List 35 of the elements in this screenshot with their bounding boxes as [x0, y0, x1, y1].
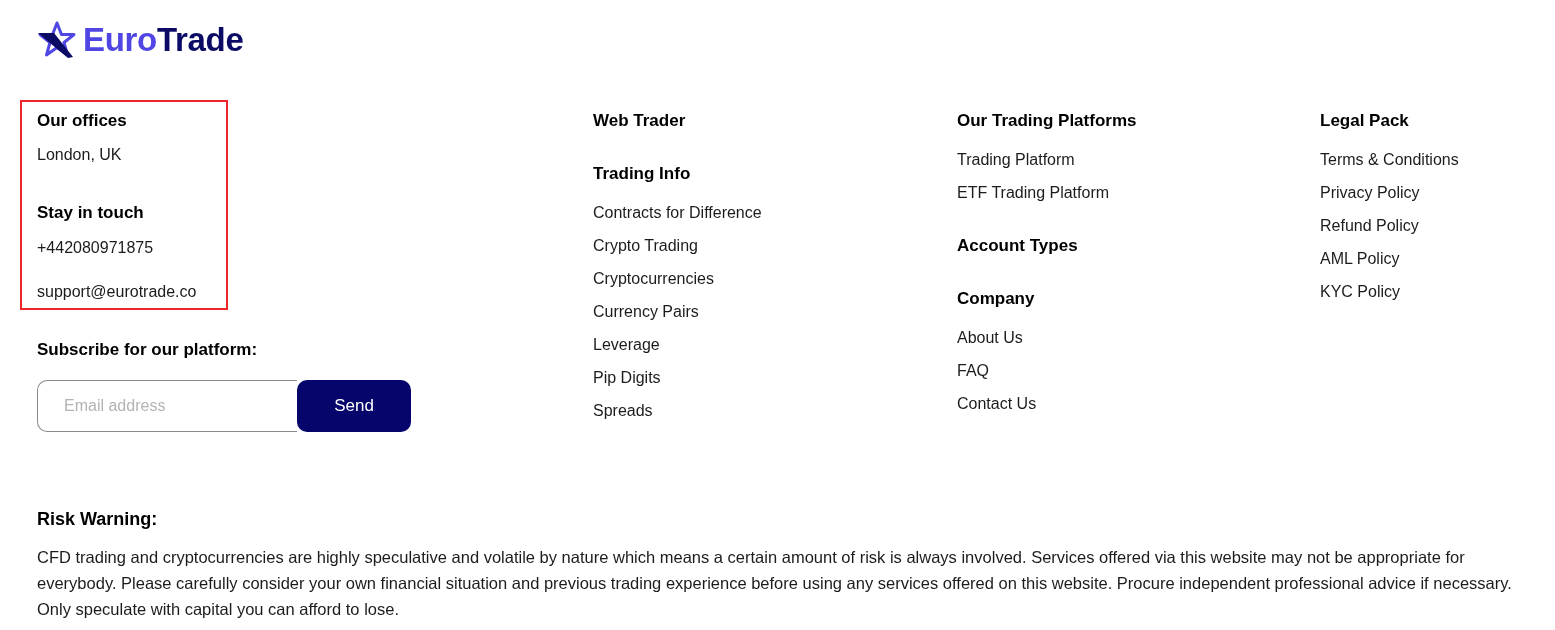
footer-link[interactable]: Terms & Conditions	[1320, 148, 1459, 172]
footer-link[interactable]: FAQ	[957, 359, 989, 383]
column-heading: Account Types	[957, 235, 1078, 257]
footer-link[interactable]: Trading Platform	[957, 148, 1075, 172]
column-heading: Web Trader	[593, 110, 686, 132]
footer-link[interactable]: Cryptocurrencies	[593, 267, 714, 291]
footer-link[interactable]: Refund Policy	[1320, 214, 1419, 238]
footer-link[interactable]: Privacy Policy	[1320, 181, 1420, 205]
footer-link[interactable]: Contact Us	[957, 392, 1037, 416]
footer-link[interactable]: Crypto Trading	[593, 234, 698, 258]
section-heading: Stay in touch	[37, 202, 144, 224]
contact-text: support@eurotrade.co	[37, 282, 197, 302]
footer-link[interactable]: ETF Trading Platform	[957, 181, 1110, 205]
footer-link[interactable]: AML Policy	[1320, 247, 1400, 271]
footer-link[interactable]: Leverage	[593, 333, 660, 357]
send-button[interactable]: Send	[297, 380, 411, 432]
logo-wordmark: EuroTrade	[83, 20, 244, 60]
section-heading: Our offices	[37, 110, 127, 132]
footer-link[interactable]: Pip Digits	[593, 366, 661, 390]
contact-text: London, UK	[37, 145, 122, 165]
column-heading: Our Trading Platforms	[957, 110, 1137, 132]
risk-warning-text: CFD trading and cryptocurrencies are highly speculative and volatile by nature which means a certain amount of risk is always involved. Services offered via this website may not be appropriate for everybody. Please carefully consider your own financial situation and previous trading experience before using any services offered on this website. Procure independent professional advice if necessary. Only speculate with capital you can afford to lose.	[37, 547, 1513, 620]
footer-link[interactable]: About Us	[957, 326, 1023, 350]
contact-text: +442080971875	[37, 238, 154, 258]
footer-link[interactable]: Contracts for Difference	[593, 201, 762, 225]
footer-link[interactable]: Spreads	[593, 399, 653, 423]
column-heading: Trading Info	[593, 163, 691, 185]
email-input[interactable]: Email address	[37, 380, 297, 432]
footer-link[interactable]: Currency Pairs	[593, 300, 699, 324]
column-heading: Legal Pack	[1320, 110, 1409, 132]
subscribe-heading: Subscribe for our platform:	[37, 339, 258, 361]
column-heading: Company	[957, 288, 1035, 310]
risk-warning-heading: Risk Warning:	[37, 508, 158, 531]
footer-link[interactable]: KYC Policy	[1320, 280, 1401, 304]
star-logo-icon	[37, 20, 77, 60]
